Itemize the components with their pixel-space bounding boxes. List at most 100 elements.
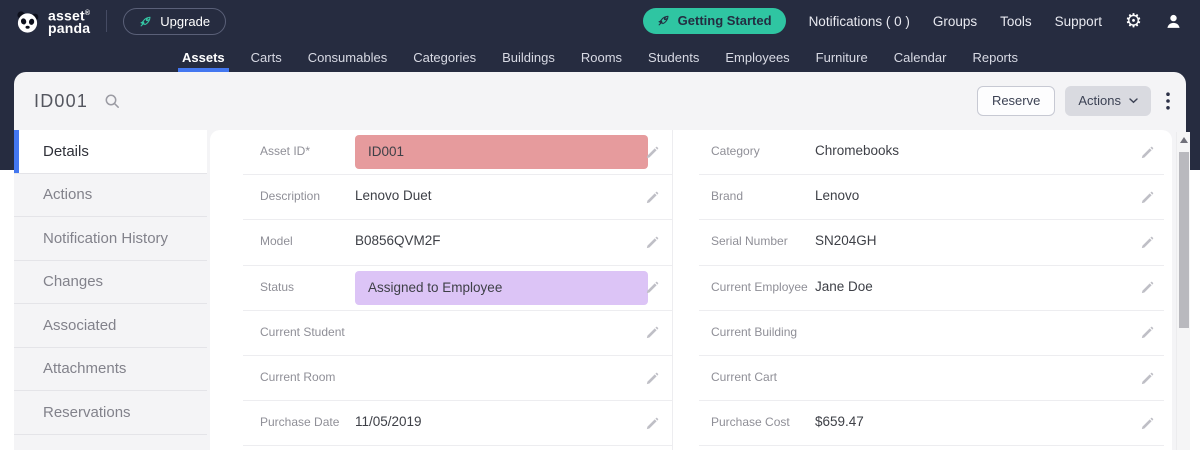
record-sidebar: Details Actions Notification History Cha…	[14, 130, 207, 435]
edit-pencil-icon[interactable]	[645, 236, 659, 250]
field-label: Asset ID*	[260, 143, 355, 159]
field-current-building: Current Building	[673, 311, 1172, 356]
tab-employees[interactable]: Employees	[712, 42, 802, 72]
scrollbar-thumb[interactable]	[1179, 152, 1189, 328]
sidebar-item-associated[interactable]: Associated	[14, 304, 207, 348]
edit-pencil-icon[interactable]	[1140, 191, 1154, 205]
chevron-down-icon	[1129, 98, 1138, 104]
edit-pencil-icon[interactable]	[1140, 372, 1154, 386]
tab-carts[interactable]: Carts	[238, 42, 295, 72]
field-label: Current Building	[711, 324, 815, 340]
field-label: Current Student	[260, 324, 355, 340]
field-label: Current Employee	[711, 279, 815, 295]
field-brand: Brand Lenovo	[673, 175, 1172, 220]
field-value: Jane Doe	[815, 279, 873, 295]
record-id: ID001	[34, 91, 88, 112]
field-current-room: Current Room	[210, 356, 672, 401]
field-value-highlighted: Assigned to Employee	[355, 271, 648, 305]
field-purchase-date: Purchase Date 11/05/2019	[210, 401, 672, 446]
field-value-highlighted: ID001	[355, 135, 648, 169]
edit-pencil-icon[interactable]	[1140, 326, 1154, 340]
field-value: 11/05/2019	[355, 414, 422, 430]
edit-pencil-icon[interactable]	[1140, 236, 1154, 250]
field-category: Category Chromebooks	[673, 130, 1172, 175]
rocket-icon	[657, 14, 670, 27]
tab-students[interactable]: Students	[635, 42, 712, 72]
kebab-menu-icon[interactable]	[1166, 92, 1170, 110]
edit-pencil-icon[interactable]	[645, 372, 659, 386]
field-current-student: Current Student	[210, 311, 672, 356]
sidebar-item-actions[interactable]: Actions	[14, 174, 207, 218]
form-column-left: Asset ID* ID001 Description Lenovo Duet …	[210, 130, 672, 450]
sidebar-item-attachments[interactable]: Attachments	[14, 348, 207, 392]
tab-calendar[interactable]: Calendar	[881, 42, 960, 72]
field-label: Brand	[711, 188, 815, 204]
panda-logo-icon	[14, 8, 41, 35]
record-panel: ID001 Reserve Actions	[14, 72, 1186, 450]
field-label: Purchase Date	[260, 414, 355, 430]
sidebar-item-changes[interactable]: Changes	[14, 261, 207, 305]
sidebar-item-details[interactable]: Details	[14, 130, 207, 174]
field-value: Lenovo Duet	[355, 188, 432, 204]
field-label: Description	[260, 188, 355, 204]
support-link[interactable]: Support	[1055, 14, 1102, 29]
rocket-icon	[139, 15, 152, 28]
field-label: Category	[711, 143, 815, 159]
top-bar: asset® panda Upgrade	[0, 0, 1200, 42]
field-current-cart: Current Cart	[673, 356, 1172, 401]
form-column-right: Category Chromebooks Brand Lenovo Serial…	[672, 130, 1172, 450]
search-icon[interactable]	[104, 93, 121, 110]
tools-link[interactable]: Tools	[1000, 14, 1032, 29]
field-model: Model B0856QVM2F	[210, 220, 672, 265]
brand-logo[interactable]: asset® panda	[14, 8, 90, 35]
user-account-icon[interactable]	[1165, 13, 1182, 30]
notifications-link[interactable]: Notifications ( 0 )	[809, 14, 910, 29]
edit-pencil-icon[interactable]	[1140, 417, 1154, 431]
field-value: Chromebooks	[815, 143, 899, 159]
field-status: Status Assigned to Employee	[210, 266, 672, 311]
tab-assets[interactable]: Assets	[169, 42, 238, 72]
actions-button[interactable]: Actions	[1065, 86, 1151, 116]
edit-pencil-icon[interactable]	[645, 417, 659, 431]
tab-buildings[interactable]: Buildings	[489, 42, 568, 72]
asset-panda-app: asset® panda Upgrade	[0, 0, 1200, 450]
record-body: Details Actions Notification History Cha…	[14, 130, 1186, 450]
module-nav: Assets Carts Consumables Categories Buil…	[0, 42, 1200, 72]
sidebar-item-notification-history[interactable]: Notification History	[14, 217, 207, 261]
field-serial-number: Serial Number SN204GH	[673, 220, 1172, 265]
getting-started-button[interactable]: Getting Started	[643, 8, 786, 34]
field-label: Current Cart	[711, 369, 815, 385]
topbar-divider	[106, 10, 107, 32]
brand-name: asset® panda	[48, 8, 90, 34]
edit-pencil-icon[interactable]	[645, 281, 659, 295]
edit-pencil-icon[interactable]	[645, 191, 659, 205]
edit-pencil-icon[interactable]	[645, 326, 659, 340]
getting-started-label: Getting Started	[678, 13, 772, 28]
vertical-scrollbar[interactable]	[1176, 132, 1190, 450]
tab-categories[interactable]: Categories	[400, 42, 489, 72]
field-purchase-cost: Purchase Cost $659.47	[673, 401, 1172, 446]
tab-reports[interactable]: Reports	[959, 42, 1031, 72]
edit-pencil-icon[interactable]	[1140, 146, 1154, 160]
tab-rooms[interactable]: Rooms	[568, 42, 635, 72]
topbar-right: Getting Started Notifications ( 0 ) Grou…	[643, 8, 1182, 34]
groups-link[interactable]: Groups	[933, 14, 977, 29]
field-label: Current Room	[260, 369, 355, 385]
scroll-up-arrow-icon[interactable]	[1180, 137, 1188, 143]
reserve-button[interactable]: Reserve	[977, 86, 1055, 116]
field-label: Purchase Cost	[711, 414, 815, 430]
edit-pencil-icon[interactable]	[1140, 281, 1154, 295]
tab-furniture[interactable]: Furniture	[803, 42, 881, 72]
upgrade-button[interactable]: Upgrade	[123, 8, 226, 35]
field-current-employee: Current Employee Jane Doe	[673, 266, 1172, 311]
field-value: Lenovo	[815, 188, 859, 204]
field-value: $659.47	[815, 414, 864, 430]
tab-consumables[interactable]: Consumables	[295, 42, 401, 72]
field-description: Description Lenovo Duet	[210, 175, 672, 220]
record-toolbar: ID001 Reserve Actions	[14, 72, 1186, 130]
sidebar-item-reservations[interactable]: Reservations	[14, 391, 207, 435]
actions-label: Actions	[1078, 93, 1121, 108]
edit-pencil-icon[interactable]	[645, 146, 659, 160]
field-asset-id: Asset ID* ID001	[210, 130, 672, 175]
settings-gear-icon[interactable]: ⚙	[1125, 12, 1142, 31]
